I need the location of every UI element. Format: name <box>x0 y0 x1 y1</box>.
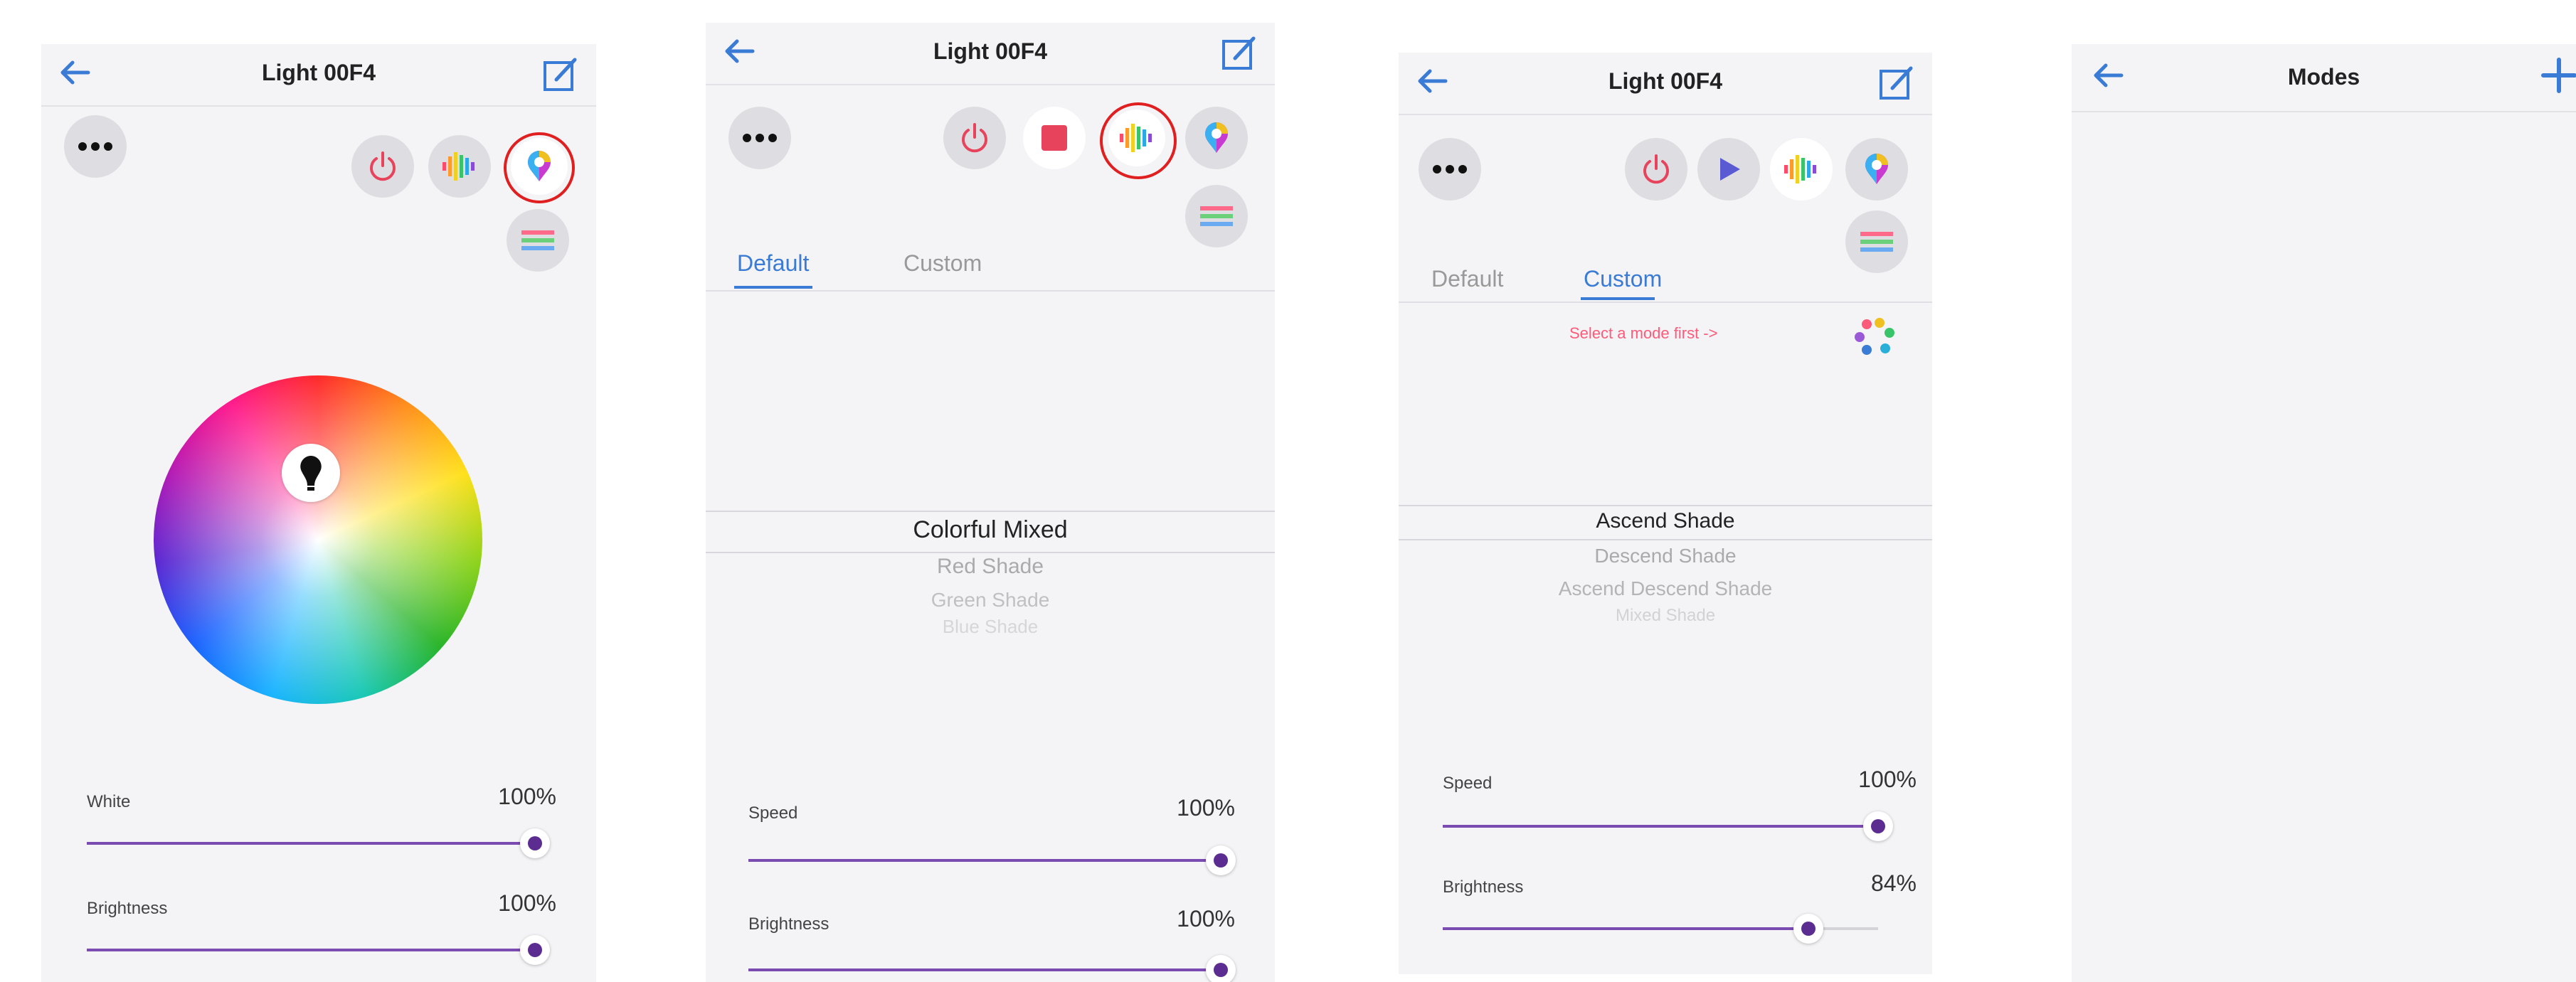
slider-thumb[interactable] <box>1206 845 1236 875</box>
segments-icon <box>521 230 554 250</box>
power-button[interactable] <box>943 107 1006 169</box>
slider-label: Brightness <box>1443 877 1524 897</box>
divider <box>706 290 1275 292</box>
slider-thumb[interactable] <box>1793 914 1823 944</box>
edit-icon[interactable] <box>1218 33 1259 74</box>
brightness-slider[interactable] <box>87 935 550 965</box>
picker-line-top <box>1399 505 1932 506</box>
white-slider[interactable] <box>87 828 550 858</box>
picker-line-top <box>706 511 1275 512</box>
bulb-marker-icon <box>300 456 322 491</box>
color-picker-button[interactable] <box>1845 138 1908 201</box>
music-mode-icon <box>442 152 475 181</box>
tab-default[interactable]: Default <box>1431 266 1503 292</box>
mode-option[interactable]: Red Shade <box>706 555 1275 579</box>
more-button[interactable] <box>728 107 791 169</box>
slider-value: 100% <box>1858 767 1917 792</box>
mode-option[interactable]: Green Shade <box>706 589 1275 612</box>
header: Light 00F4 <box>1399 53 1932 115</box>
slider-label: Speed <box>1443 774 1493 793</box>
header: Light 00F4 <box>41 44 596 107</box>
slider-label: Speed <box>748 804 798 823</box>
edit-icon[interactable] <box>539 54 581 95</box>
active-tab-indicator <box>1581 297 1655 300</box>
stop-icon <box>1041 125 1067 151</box>
power-button[interactable] <box>1625 138 1687 201</box>
slider-value: 100% <box>1177 795 1235 821</box>
slider-value: 84% <box>1870 870 1917 896</box>
color-picker-icon <box>1205 122 1228 153</box>
music-mode-button[interactable] <box>1770 138 1833 201</box>
page-title: Modes <box>2287 64 2360 90</box>
slider-value: 100% <box>498 890 556 916</box>
more-icon <box>78 142 112 151</box>
color-wheel[interactable] <box>154 375 482 704</box>
segments-button[interactable] <box>1845 210 1908 273</box>
slider-thumb[interactable] <box>1206 955 1236 982</box>
brightness-slider[interactable] <box>1443 914 1878 944</box>
color-picker-icon <box>1865 154 1888 184</box>
tab-default[interactable]: Default <box>737 250 809 277</box>
palette-icon[interactable] <box>1854 317 1895 357</box>
mode-option-selected[interactable]: Colorful Mixed <box>706 516 1275 544</box>
segments-button[interactable] <box>1185 185 1248 247</box>
play-button[interactable] <box>1697 138 1760 201</box>
segments-button[interactable] <box>507 209 569 272</box>
header: Modes <box>2072 44 2576 112</box>
power-icon <box>962 123 987 153</box>
mode-option[interactable]: Blue Shade <box>706 616 1275 638</box>
slider-label: Brightness <box>87 899 168 918</box>
power-icon <box>1643 154 1669 184</box>
play-icon <box>1720 158 1740 181</box>
plus-icon[interactable] <box>2538 54 2576 97</box>
power-button[interactable] <box>351 135 414 198</box>
segments-icon <box>1200 206 1233 226</box>
segments-icon <box>1860 232 1893 252</box>
highlight-ring <box>1100 102 1177 179</box>
power-icon <box>370 151 396 181</box>
tab-custom[interactable]: Custom <box>1584 266 1662 292</box>
speed-slider[interactable] <box>1443 811 1893 841</box>
slider-thumb[interactable] <box>520 935 550 965</box>
slider-value: 100% <box>1177 906 1235 932</box>
color-picker-button[interactable] <box>1185 107 1248 169</box>
slider-thumb[interactable] <box>1863 811 1893 841</box>
speed-slider[interactable] <box>748 845 1236 875</box>
screen-color-picker: Light 00F4 White 100% Brightness 100% <box>41 44 596 982</box>
divider <box>1399 301 1932 303</box>
slider-label: Brightness <box>748 914 829 934</box>
slider-label: White <box>87 792 131 811</box>
picker-line-bottom <box>1399 539 1932 540</box>
mode-option[interactable]: Descend Shade <box>1399 545 1932 567</box>
select-mode-hint: Select a mode first -> <box>1569 324 1718 342</box>
screen-modes: Modes <box>2072 44 2576 982</box>
active-tab-indicator <box>734 286 812 289</box>
screen-custom-modes: Light 00F4 Default Custom Select a mode … <box>1399 53 1932 974</box>
more-icon <box>1433 165 1467 174</box>
more-button[interactable] <box>1419 138 1481 201</box>
more-icon <box>743 134 777 142</box>
header: Light 00F4 <box>706 23 1275 85</box>
slider-value: 100% <box>498 784 556 809</box>
brightness-slider[interactable] <box>748 955 1236 982</box>
highlight-ring <box>504 132 575 203</box>
stop-button[interactable] <box>1023 107 1086 169</box>
music-mode-button[interactable] <box>428 135 491 198</box>
page-title: Light 00F4 <box>261 60 376 85</box>
music-mode-icon <box>1784 155 1816 183</box>
tab-custom[interactable]: Custom <box>903 250 982 277</box>
page-title: Light 00F4 <box>1608 68 1722 94</box>
picker-line-bottom <box>706 552 1275 553</box>
mode-option[interactable]: Mixed Shade <box>1399 606 1932 626</box>
slider-thumb[interactable] <box>520 828 550 858</box>
edit-icon[interactable] <box>1875 63 1917 104</box>
more-button[interactable] <box>64 115 127 178</box>
screen-default-modes: Light 00F4 Default Custom Colorful Mixed… <box>706 23 1275 982</box>
color-marker[interactable] <box>282 444 340 502</box>
mode-option[interactable]: Ascend Descend Shade <box>1399 577 1932 600</box>
mode-option-selected[interactable]: Ascend Shade <box>1399 509 1932 533</box>
page-title: Light 00F4 <box>933 38 1047 64</box>
